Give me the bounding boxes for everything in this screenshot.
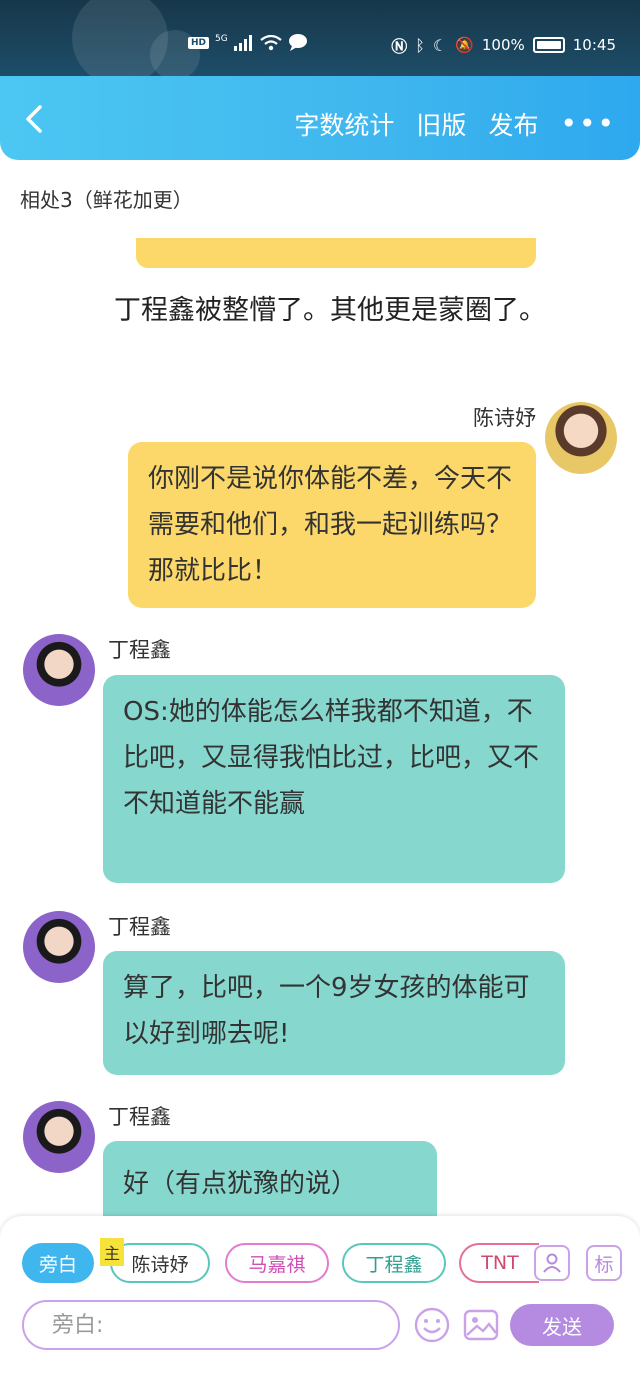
battery-percent: 100%	[481, 36, 525, 54]
emoji-button[interactable]	[413, 1306, 451, 1344]
back-icon[interactable]	[20, 104, 50, 134]
nfc-icon: Ⓝ	[391, 37, 408, 56]
message-bubble: OS:她的体能怎么样我都不知道，不比吧，又显得我怕比过，比吧，又不不知道能不能赢	[103, 675, 565, 883]
header-actions: 字数统计 旧版 发布 •••	[294, 106, 616, 142]
image-button[interactable]	[462, 1306, 500, 1344]
composer-panel: 旁白 陈诗妤 主 马嘉祺 丁程鑫 TNT 标 发送	[0, 1216, 640, 1387]
more-button[interactable]: •••	[560, 110, 616, 138]
image-icon	[463, 1309, 499, 1341]
message-bubble: 你刚不是说你体能不差，今天不需要和他们，和我一起训练吗？那就比比！	[128, 442, 536, 608]
speaker-name: 丁程鑫	[108, 638, 171, 662]
avatar[interactable]	[23, 911, 95, 983]
role-chip-tnt[interactable]: TNT	[459, 1243, 539, 1283]
tag-button[interactable]: 标	[586, 1245, 622, 1281]
narration-text: 丁程鑫被整懵了。其他更是蒙圈了。	[114, 295, 546, 326]
message-input[interactable]	[24, 1302, 398, 1348]
avatar[interactable]	[23, 1101, 95, 1173]
role-chip-ma[interactable]: 马嘉祺	[225, 1243, 329, 1283]
role-chip-narrator[interactable]: 旁白	[22, 1243, 94, 1283]
speaker-name: 丁程鑫	[108, 1105, 171, 1129]
avatar[interactable]	[545, 402, 617, 474]
message-icon	[288, 34, 307, 51]
publish-button[interactable]: 发布	[488, 106, 538, 142]
emoji-icon	[414, 1307, 450, 1343]
message-bubble: 好（有点犹豫的说）	[103, 1141, 437, 1216]
message-input-box[interactable]	[22, 1300, 400, 1350]
moon-icon: ☾	[432, 35, 448, 55]
status-bar: HD 5G Ⓝ ᛒ ☾ 🔕 100% 10:45	[0, 0, 640, 76]
role-chip-ding[interactable]: 丁程鑫	[342, 1243, 446, 1283]
person-icon	[543, 1253, 561, 1273]
old-version-button[interactable]: 旧版	[416, 106, 466, 142]
add-role-button[interactable]	[534, 1245, 570, 1281]
status-left: HD 5G	[188, 34, 308, 51]
partial-message-bubble	[136, 238, 536, 268]
network-label: 5G	[215, 33, 228, 44]
role-chip-chen[interactable]: 陈诗妤	[110, 1243, 210, 1283]
battery-icon	[532, 37, 565, 53]
top-bar: 字数统计 旧版 发布 •••	[0, 76, 640, 160]
hd-badge: HD	[188, 36, 210, 49]
signal-icon	[233, 34, 252, 51]
mute-icon: 🔕	[455, 36, 474, 54]
chat-list[interactable]: 丁程鑫被整懵了。其他更是蒙圈了。 陈诗妤 你刚不是说你体能不差，今天不需要和他们…	[0, 238, 640, 1216]
word-count-button[interactable]: 字数统计	[294, 106, 394, 142]
chapter-title: 相处3（鲜花加更）	[20, 188, 193, 212]
main-role-tag: 主	[100, 1238, 124, 1266]
bluetooth-icon: ᛒ	[415, 35, 425, 55]
avatar[interactable]	[23, 634, 95, 706]
send-button[interactable]: 发送	[510, 1304, 614, 1346]
message-bubble: 算了，比吧，一个9岁女孩的体能可以好到哪去呢!	[103, 951, 565, 1075]
speaker-name: 丁程鑫	[108, 915, 171, 939]
clock: 10:45	[572, 36, 616, 54]
wifi-icon	[260, 34, 282, 50]
status-right: Ⓝ ᛒ ☾ 🔕 100% 10:45	[391, 33, 616, 57]
speaker-name: 陈诗妤	[473, 406, 536, 430]
